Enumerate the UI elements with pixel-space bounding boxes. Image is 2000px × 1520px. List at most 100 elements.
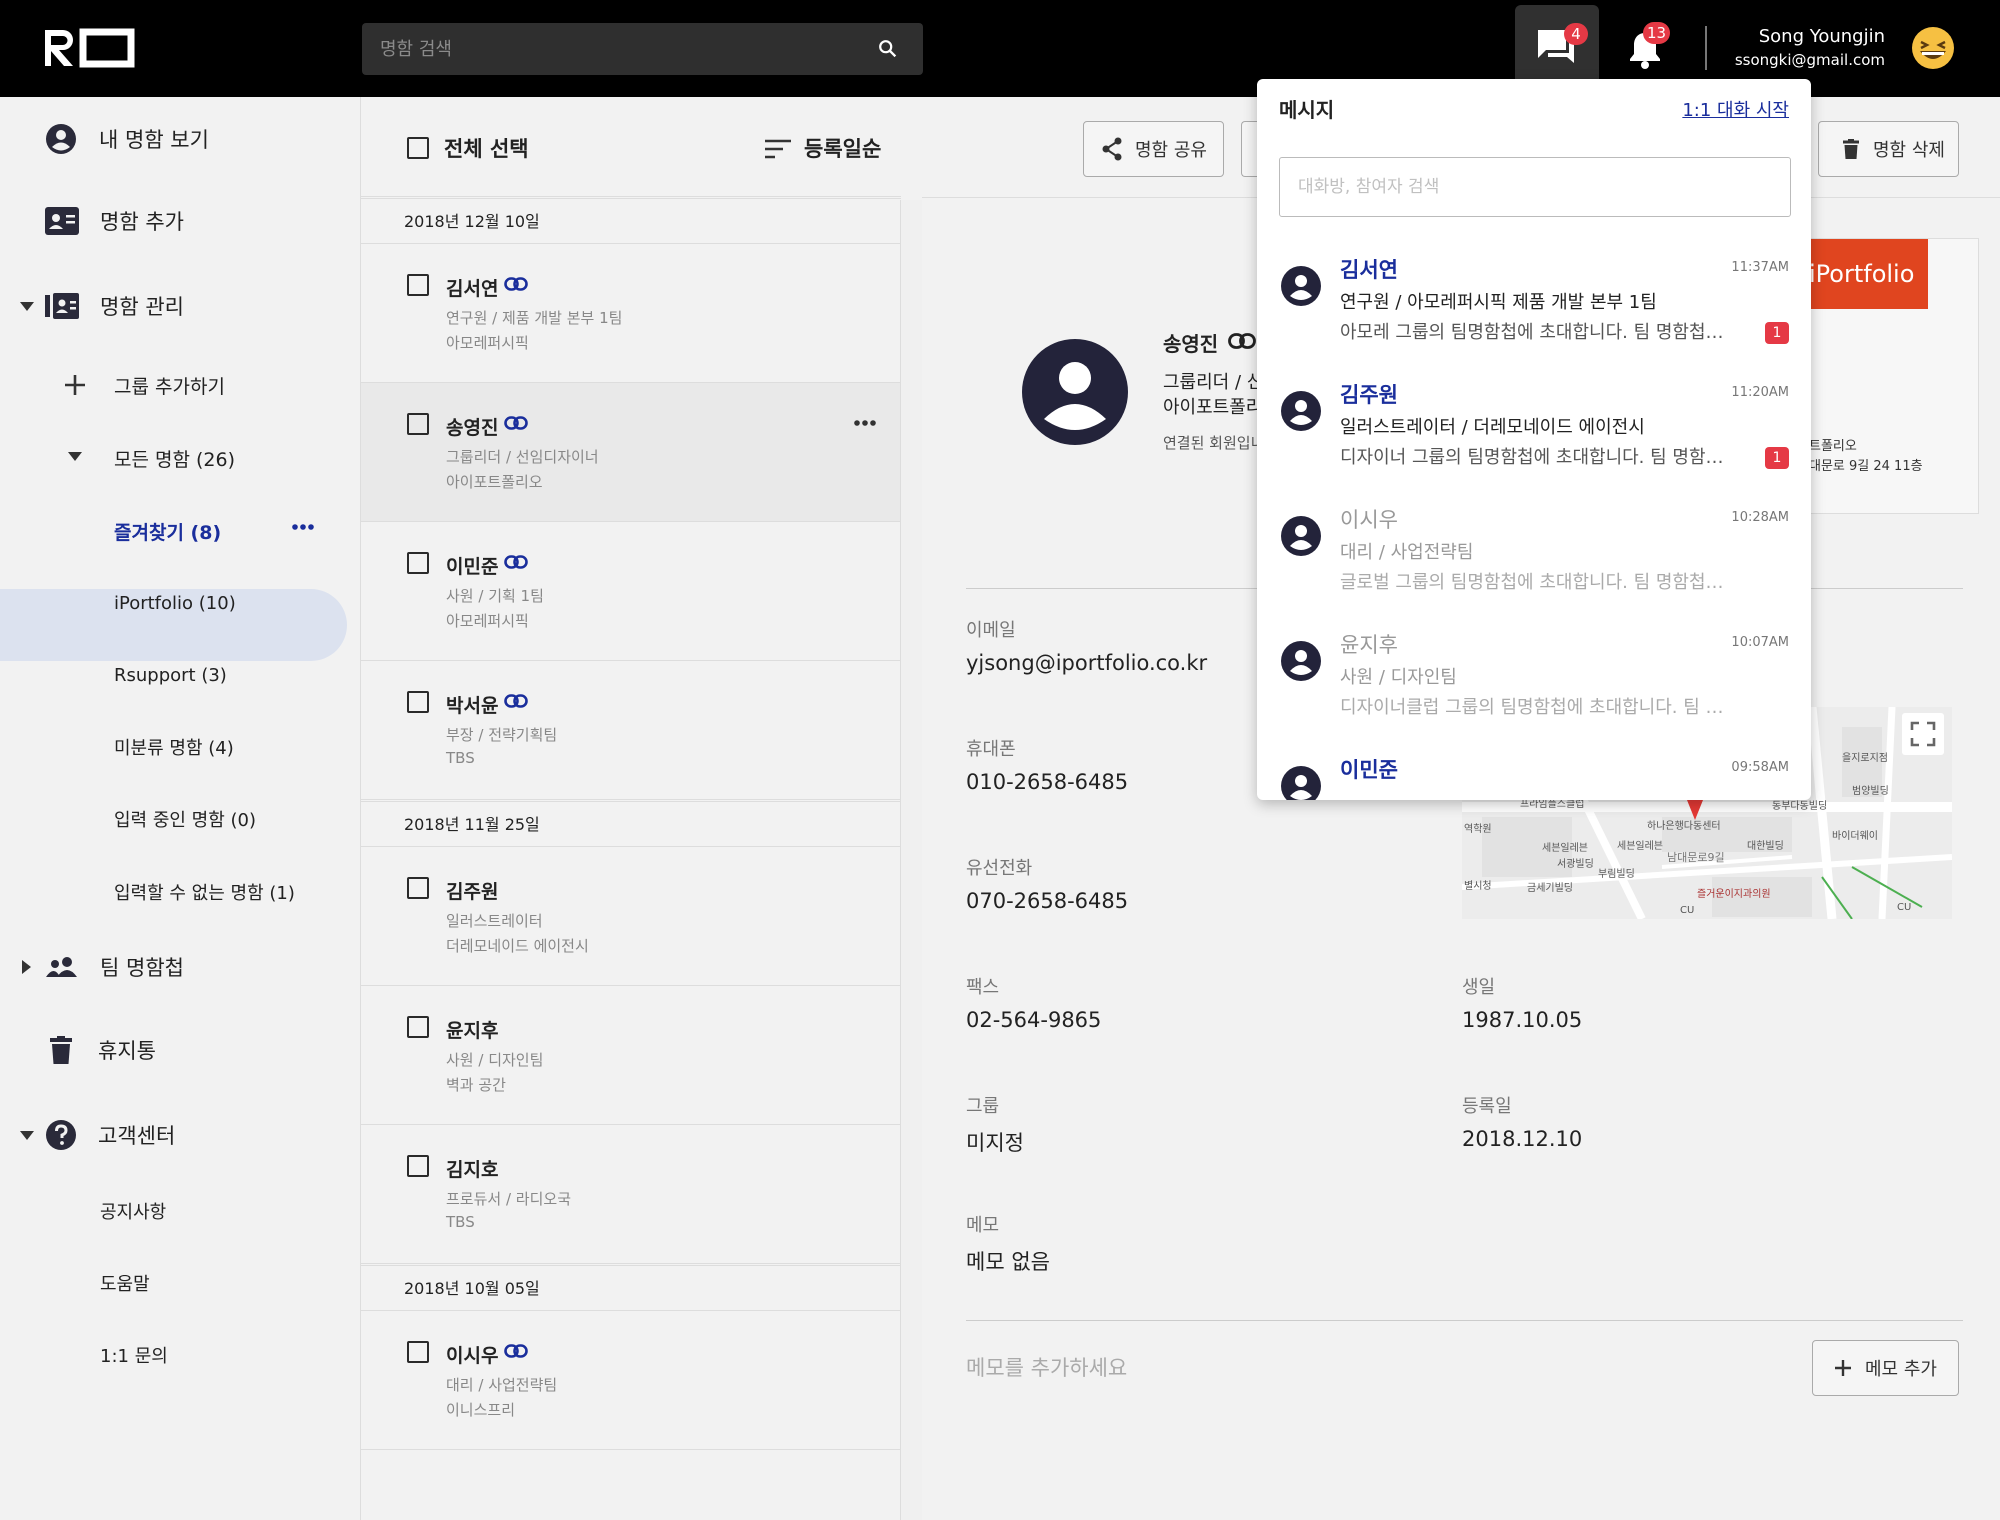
notifications-button[interactable]: 13 — [1620, 20, 1680, 80]
sidebar-item-label: 명함 추가 — [100, 210, 184, 234]
card-checkbox[interactable] — [407, 1016, 429, 1038]
select-all-checkbox[interactable] — [407, 137, 429, 159]
fullscreen-icon[interactable] — [1902, 713, 1944, 755]
app-logo[interactable] — [43, 28, 135, 68]
contact-avatar-icon — [1281, 266, 1321, 306]
email-label: 이메일 — [966, 620, 1016, 641]
card-manage-icon — [45, 293, 79, 319]
business-card-image[interactable]: iPortfolio 트폴리오 대문로 9길 24 11층 — [1795, 238, 1979, 514]
message-item[interactable]: 윤지후 10:07AM 사원 / 디자인팀 디자이너클럽 그룹의 팀명함첩에 초… — [1257, 627, 1811, 752]
message-item[interactable]: 김주원 11:20AM 일러스트레이터 / 더레모네이드 에이전시 디자이너 그… — [1257, 377, 1811, 502]
sidebar-item-favorites[interactable]: 즐겨찾기 (8) — [114, 513, 221, 549]
sidebar-item-inquiry[interactable]: 1:1 문의 — [100, 1337, 168, 1373]
list-item[interactable]: 김지호 프로듀서 / 라디오국 TBS — [361, 1125, 901, 1264]
sidebar-item-notice[interactable]: 공지사항 — [100, 1193, 166, 1229]
mobile-value[interactable]: 010-2658-6485 — [966, 770, 1128, 794]
more-horizontal-icon[interactable] — [292, 524, 314, 530]
card-checkbox[interactable] — [407, 413, 429, 435]
message-item[interactable]: 김서연 11:37AM 연구원 / 아모레퍼시픽 제품 개발 본부 1팀 아모레… — [1257, 252, 1811, 377]
list-item[interactable]: 김서연 연구원 / 제품 개발 본부 1팀 아모레퍼시픽 — [361, 244, 901, 383]
sidebar-item-label: 미분류 명함 (4) — [114, 738, 234, 759]
contact-role: 그룹리더 / 신 — [1163, 372, 1264, 393]
card-search[interactable] — [362, 23, 923, 75]
user-avatar[interactable] — [1912, 27, 1954, 69]
sidebar-item-label: Rsupport (3) — [114, 664, 227, 686]
list-item[interactable]: 박서윤 부장 / 전략기획팀 TBS — [361, 661, 901, 800]
card-company: 더레모네이드 에이전시 — [446, 937, 589, 955]
sidebar-item-group[interactable]: Rsupport (3) — [114, 657, 227, 693]
search-icon[interactable] — [877, 38, 899, 60]
sidebar-item-manage[interactable]: 명함 관리 — [45, 288, 184, 324]
caret-down-icon[interactable] — [20, 302, 34, 311]
delete-card-button[interactable]: 명함 삭제 — [1818, 121, 1959, 177]
user-name[interactable]: Song Youngjin — [1759, 26, 1885, 47]
map-label: 대한빌딩 — [1747, 841, 1784, 852]
card-name: 이민준 — [446, 556, 499, 578]
sidebar-item-group[interactable]: iPortfolio (10) — [114, 585, 236, 621]
caret-right-icon[interactable] — [22, 960, 31, 974]
link-icon — [504, 416, 528, 430]
card-title: 사원 / 기획 1팀 — [446, 587, 544, 605]
caret-down-icon[interactable] — [68, 452, 82, 461]
sidebar-item-my-card[interactable]: 내 명함 보기 — [45, 121, 209, 157]
message-item[interactable]: 이민준 09:58AM — [1257, 752, 1811, 800]
sidebar-item-all-cards[interactable]: 모든 명함 (26) — [114, 440, 235, 476]
sidebar-item-label: 고객센터 — [98, 1124, 176, 1148]
sidebar-item-help[interactable]: 도움말 — [100, 1265, 150, 1301]
list-item[interactable]: 이시우 대리 / 사업전략팀 이니스프리 — [361, 1311, 901, 1450]
sidebar-item-label: 휴지통 — [98, 1039, 156, 1063]
map-label: 을지로지점 — [1842, 753, 1888, 764]
card-checkbox[interactable] — [407, 274, 429, 296]
list-item[interactable]: 윤지후 사원 / 디자인팀 벽과 공간 — [361, 986, 901, 1125]
caret-down-icon[interactable] — [20, 1131, 34, 1140]
unread-badge: 1 — [1765, 447, 1789, 469]
share-card-button[interactable]: 명함 공유 — [1083, 121, 1224, 177]
phone-value[interactable]: 070-2658-6485 — [966, 889, 1128, 913]
card-checkbox[interactable] — [407, 691, 429, 713]
sidebar-item-add-card[interactable]: 명함 추가 — [45, 203, 184, 239]
search-input[interactable] — [380, 23, 860, 75]
messages-popup: 메시지 1:1 대화 시작 김서연 11:37AM 연구원 / 아모레퍼시픽 제… — [1257, 79, 1811, 800]
sidebar-item-group[interactable]: 미분류 명함 (4) — [114, 729, 234, 765]
list-item[interactable]: 김주원 일러스트레이터 더레모네이드 에이전시 — [361, 847, 901, 986]
chat-search-input[interactable] — [1279, 157, 1791, 217]
sidebar-item-trash[interactable]: 휴지통 — [50, 1032, 156, 1068]
mobile-label: 휴대폰 — [966, 739, 1016, 760]
sort-label[interactable]: 등록일순 — [804, 133, 881, 163]
card-company: 아모레퍼시픽 — [446, 334, 529, 352]
more-horizontal-icon[interactable] — [854, 420, 876, 426]
sidebar-item-support[interactable]: 고객센터 — [45, 1117, 175, 1153]
list-item[interactable]: 이민준 사원 / 기획 1팀 아모레퍼시픽 — [361, 522, 901, 661]
add-memo-button[interactable]: 메모 추가 — [1812, 1340, 1959, 1396]
message-item[interactable]: 이시우 10:28AM 대리 / 사업전략팀 글로벌 그룹의 팀명함첩에 초대합… — [1257, 502, 1811, 627]
sidebar-item-group[interactable]: 입력 중인 명함 (0) — [114, 801, 256, 837]
card-name: 윤지후 — [446, 1020, 499, 1042]
sidebar-item-team[interactable]: 팀 명함첩 — [45, 949, 184, 985]
registered-label: 등록일 — [1462, 1096, 1512, 1117]
card-text: 대문로 9길 24 11층 — [1809, 459, 1923, 474]
message-time: 11:20AM — [1731, 385, 1789, 400]
card-checkbox[interactable] — [407, 877, 429, 899]
notifications-badge: 13 — [1643, 22, 1671, 44]
message-preview: 아모레 그룹의 팀명함첩에 초대합니다. 팀 명함첩에서 만나요 — [1340, 322, 1730, 343]
sidebar-item-label: 모든 명함 (26) — [114, 448, 236, 471]
card-checkbox[interactable] — [407, 552, 429, 574]
sort-icon[interactable] — [765, 139, 791, 159]
start-chat-link[interactable]: 1:1 대화 시작 — [1682, 96, 1789, 122]
connected-status: 연결된 회원입니 — [1163, 434, 1265, 452]
card-checkbox[interactable] — [407, 1155, 429, 1177]
map-label: 즐거운이지과의원 — [1697, 889, 1771, 900]
memo-input[interactable]: 메모를 추가하세요 — [966, 1352, 1127, 1382]
select-all-label[interactable]: 전체 선택 — [444, 133, 529, 163]
trash-icon — [50, 1036, 72, 1064]
card-name: 박서윤 — [446, 695, 499, 717]
card-checkbox[interactable] — [407, 1341, 429, 1363]
email-value[interactable]: yjsong@iportfolio.co.kr — [966, 651, 1207, 675]
list-scrollbar[interactable] — [900, 200, 922, 1520]
list-item[interactable]: 송영진 그룹리더 / 선임디자이너 아이포트폴리오 — [361, 383, 901, 522]
message-sender-title: 사원 / 디자인팀 — [1340, 667, 1457, 688]
sidebar-item-group[interactable]: 입력할 수 없는 명함 (1) — [114, 874, 295, 910]
map-label: CU — [1680, 905, 1695, 916]
sidebar-item-add-group[interactable]: 그룹 추가하기 — [64, 367, 225, 403]
help-icon — [46, 1120, 76, 1150]
